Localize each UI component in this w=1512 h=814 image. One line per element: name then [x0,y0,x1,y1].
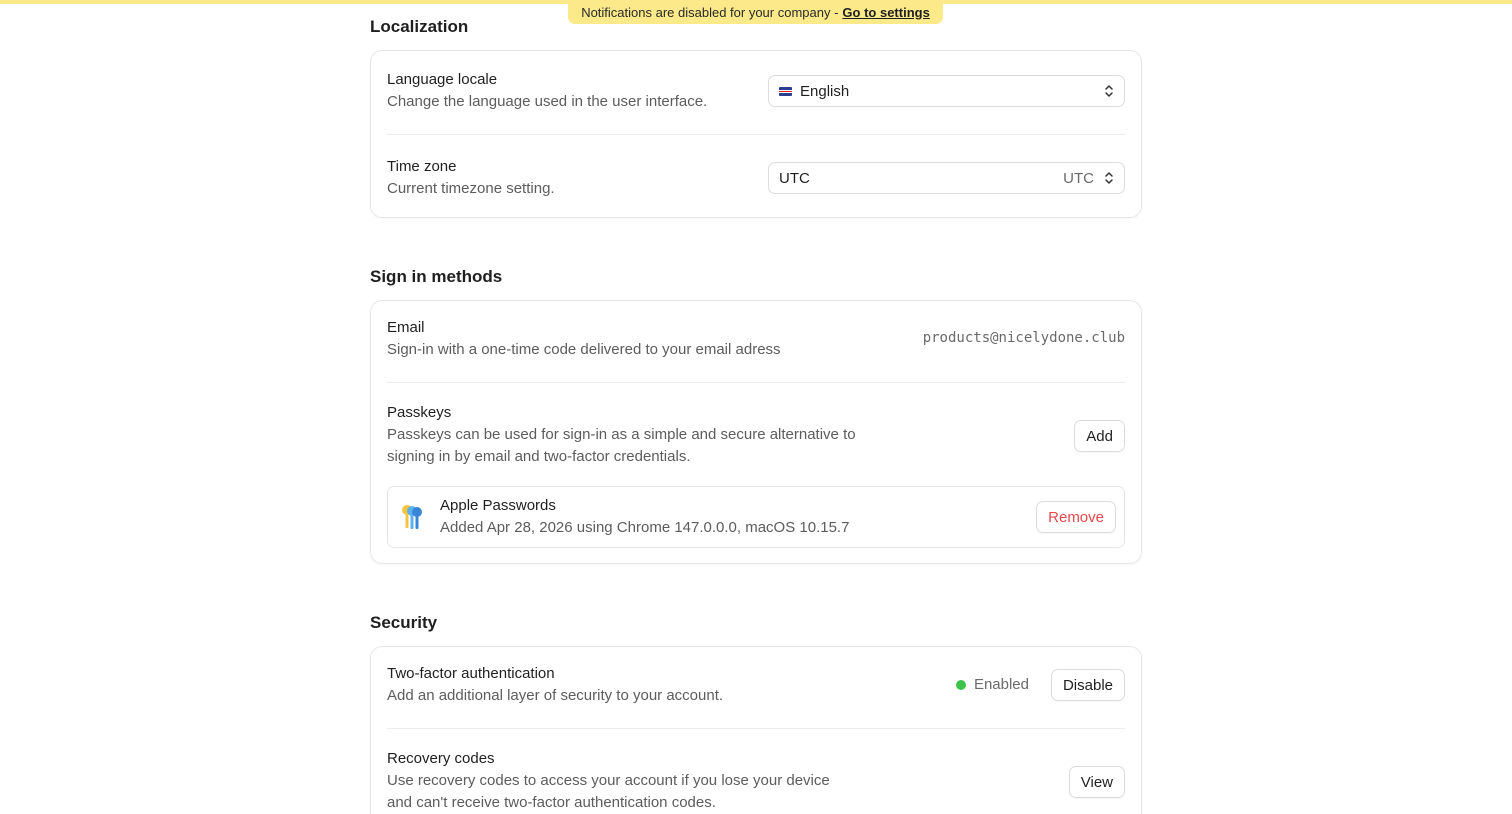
keys-icon [402,505,422,529]
view-recovery-codes-button[interactable]: View [1068,766,1125,798]
timezone-suffix: UTC [1063,169,1094,187]
passkey-detail: Added Apr 28, 2026 using Chrome 147.0.0.… [440,519,850,536]
passkeys-desc-line1: Passkeys can be used for sign-in as a si… [387,426,856,443]
remove-passkey-button[interactable]: Remove [1036,501,1116,533]
uk-flag-icon [779,86,792,96]
signin-card: Email Sign-in with a one-time code deliv… [370,300,1142,564]
twofa-status-text: Enabled [973,676,1029,693]
disable-2fa-button[interactable]: Disable [1050,669,1125,701]
security-card: Two-factor authentication Add an additio… [370,646,1142,814]
localization-card: Language locale Change the language used… [370,50,1142,218]
notifications-disabled-banner: Notifications are disabled for your comp… [568,0,943,24]
passkey-info: Apple Passwords Added Apr 28, 2026 using… [440,495,849,539]
chevron-up-down-icon [1105,85,1113,97]
recovery-desc-line1: Use recovery codes to access your accoun… [387,772,830,789]
timezone-select[interactable]: UTC UTC [768,162,1125,194]
passkeys-desc-line2: signing in by email and two-factor crede… [387,448,691,465]
divider [387,728,1125,729]
section-title-security: Security [370,613,438,632]
recovery-title: Recovery codes [387,750,495,767]
divider [387,382,1125,383]
chevron-up-down-icon [1105,172,1113,184]
passkey-name: Apple Passwords [440,497,556,514]
go-to-settings-link[interactable]: Go to settings [842,5,929,20]
twofa-status: Enabled [955,676,1029,693]
passkey-item: Apple Passwords Added Apr 28, 2026 using… [387,486,1125,548]
recovery-row: Recovery codes Use recovery codes to acc… [387,748,1125,814]
passkeys-title: Passkeys [387,404,452,421]
email-value: products@nicelydone.club [922,330,1125,346]
recovery-desc-line2: and can't receive two-factor authenticat… [387,794,716,811]
divider [387,134,1125,135]
add-passkey-button[interactable]: Add [1074,420,1125,452]
status-dot [955,679,966,690]
language-value: English [800,82,850,100]
section-title-localization: Localization [370,17,469,36]
banner-text: Notifications are disabled for your comp… [581,4,839,20]
timezone-value: UTC [779,169,810,187]
passkeys-row: Passkeys Passkeys can be used for sign-i… [387,402,1125,468]
section-title-signin: Sign in methods [370,267,503,286]
language-select[interactable]: English [768,75,1125,107]
